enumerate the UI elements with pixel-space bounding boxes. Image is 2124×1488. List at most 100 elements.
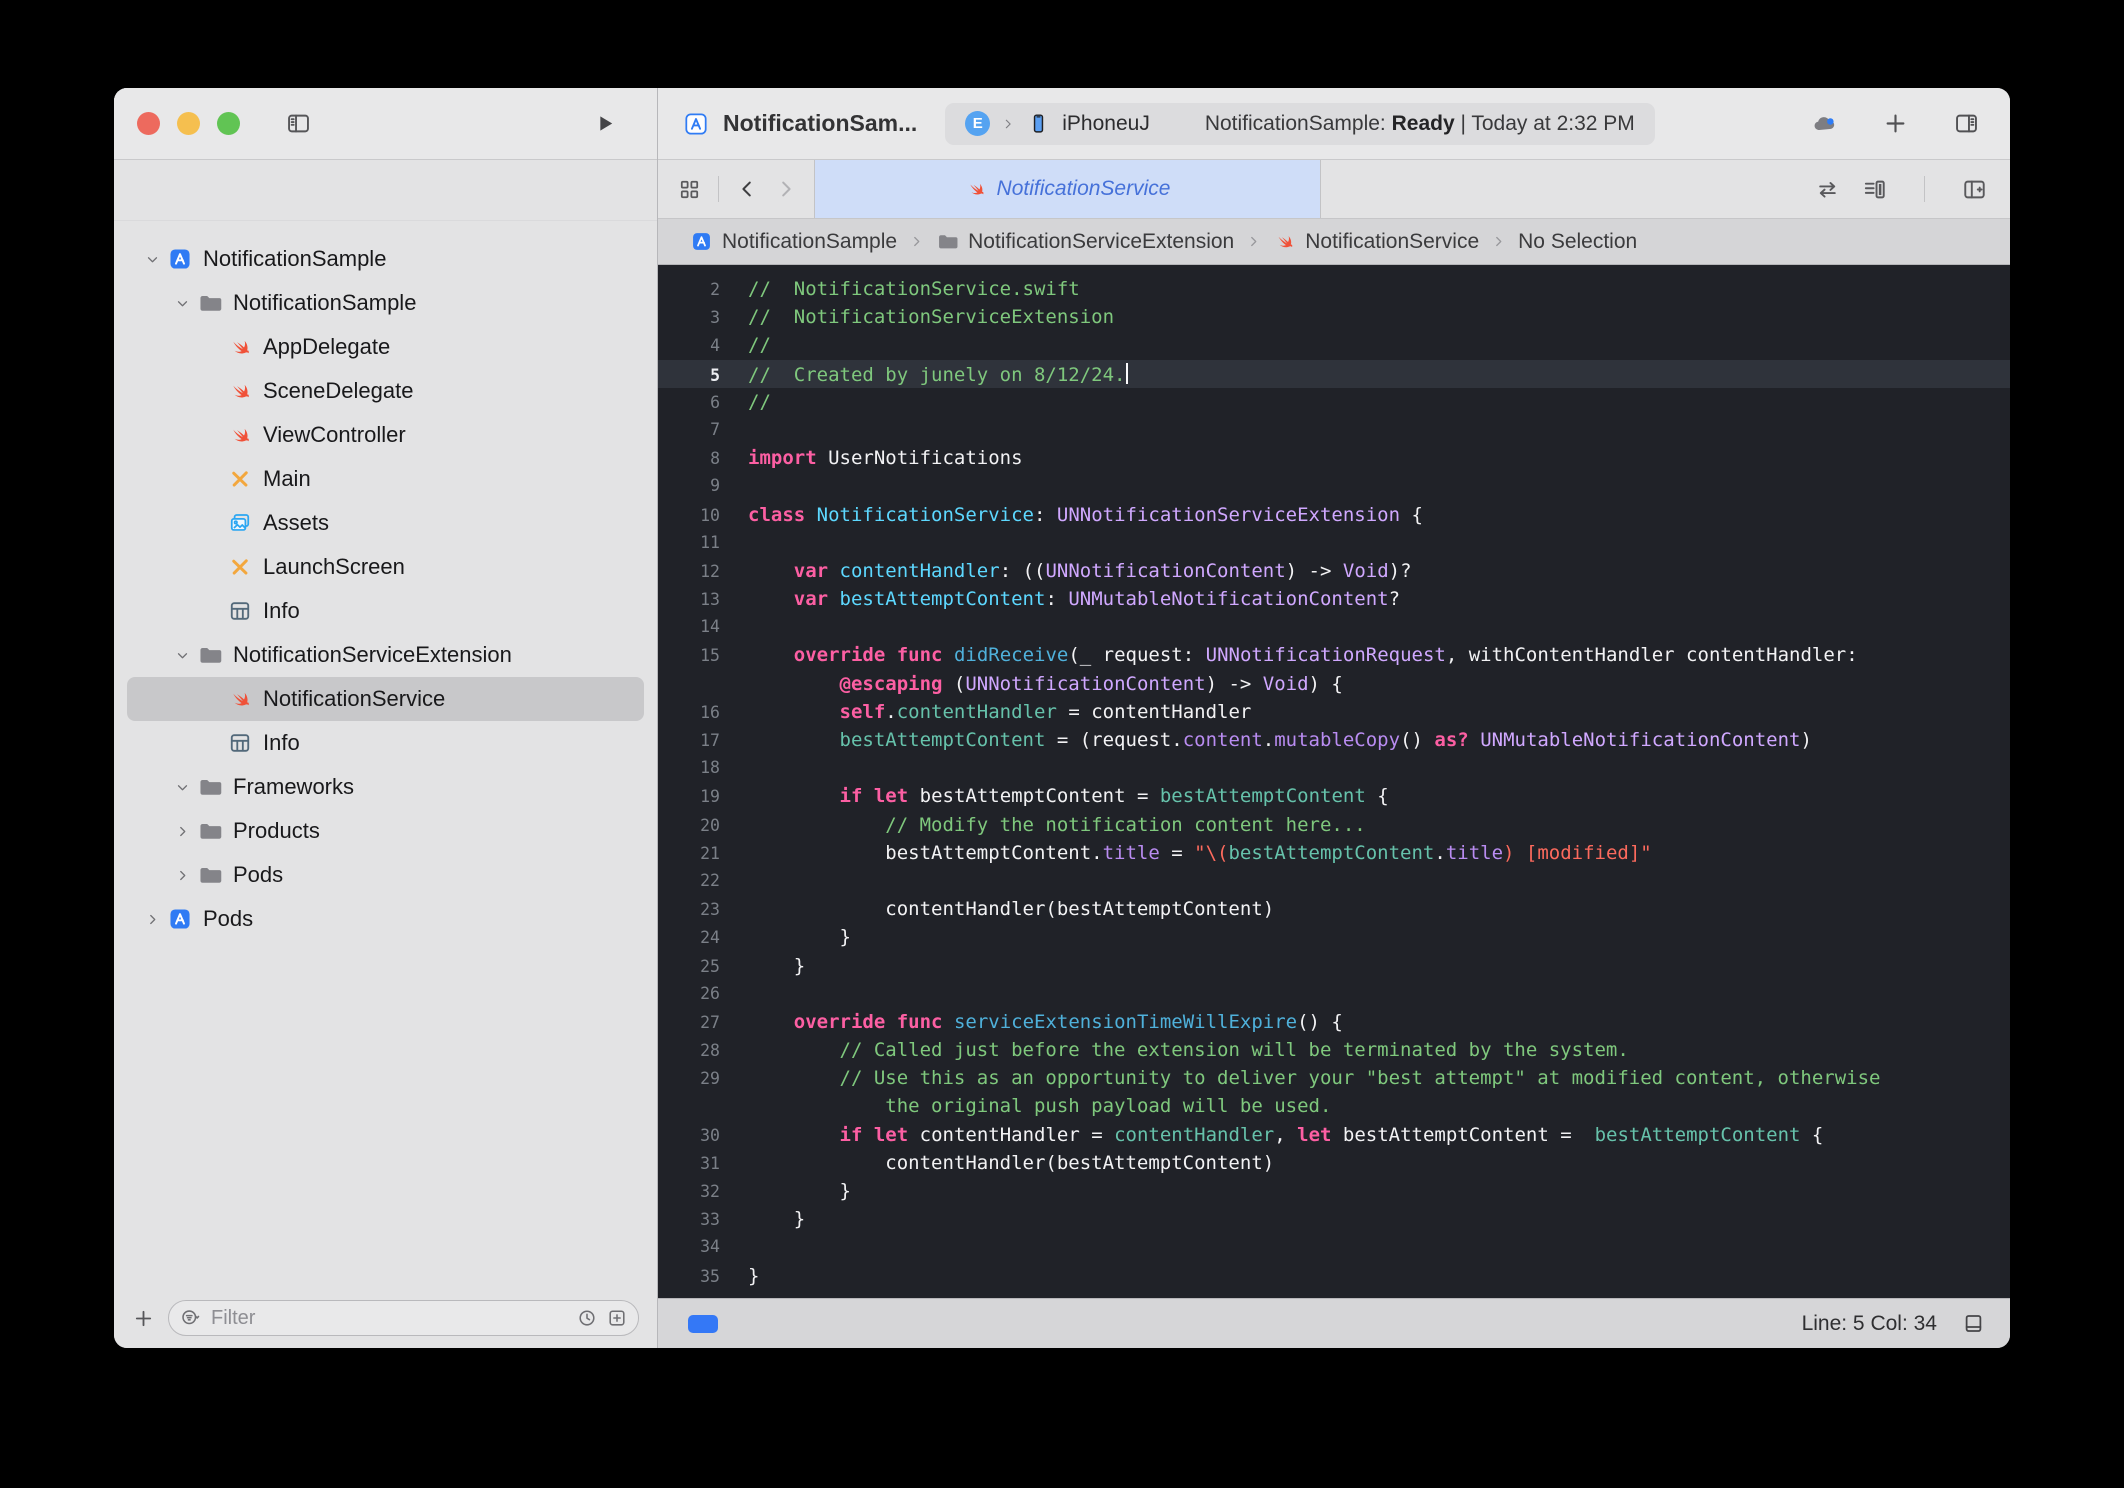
recent-files-icon[interactable] xyxy=(576,1307,598,1329)
minimize-button[interactable] xyxy=(177,112,200,135)
find-navigator-icon[interactable] xyxy=(319,188,323,192)
tree-item-notificationsample[interactable]: NotificationSample xyxy=(127,237,644,281)
close-button[interactable] xyxy=(137,112,160,135)
code-review-icon[interactable] xyxy=(1814,176,1841,203)
code-text: bestAttemptContent = (request.content.mu… xyxy=(720,726,1812,754)
line-number[interactable]: 25 xyxy=(658,953,720,981)
jump-bar-item[interactable]: NotificationService xyxy=(1273,230,1479,254)
zoom-button[interactable] xyxy=(217,112,240,135)
line-number[interactable]: 11 xyxy=(658,529,720,557)
line-number[interactable]: 22 xyxy=(658,867,720,895)
tree-item-notificationserviceextension[interactable]: NotificationServiceExtension xyxy=(127,633,644,677)
toggle-navigator-icon[interactable] xyxy=(285,110,312,137)
report-navigator-icon[interactable] xyxy=(641,188,645,192)
breakpoint-navigator-icon[interactable] xyxy=(577,188,581,192)
filter-field[interactable] xyxy=(168,1300,639,1336)
debug-navigator-icon[interactable] xyxy=(512,188,516,192)
tree-item-products[interactable]: Products xyxy=(127,809,644,853)
tree-item-main[interactable]: Main xyxy=(127,457,644,501)
line-number[interactable]: 13 xyxy=(658,586,720,614)
tree-item-appdelegate[interactable]: AppDelegate xyxy=(127,325,644,369)
line-number[interactable]: 8 xyxy=(658,445,720,473)
line-number[interactable]: 10 xyxy=(658,502,720,530)
editor-mode-indicator[interactable] xyxy=(688,1315,718,1333)
test-navigator-icon[interactable] xyxy=(448,188,452,192)
go-forward-icon[interactable] xyxy=(774,177,798,201)
tree-item-pods[interactable]: Pods xyxy=(127,897,644,941)
line-number[interactable]: 21 xyxy=(658,840,720,868)
tree-item-launchscreen[interactable]: LaunchScreen xyxy=(127,545,644,589)
tree-item-scenedelegate[interactable]: SceneDelegate xyxy=(127,369,644,413)
filter-input[interactable] xyxy=(209,1306,568,1331)
editor-canvas-icon[interactable] xyxy=(1961,1311,1986,1336)
line-number[interactable]: 32 xyxy=(658,1178,720,1206)
line-number[interactable]: 17 xyxy=(658,727,720,755)
show-added-files-icon[interactable] xyxy=(606,1307,628,1329)
line-number[interactable]: 27 xyxy=(658,1009,720,1037)
cloud-status-icon[interactable] xyxy=(1811,110,1838,137)
scheme-badge[interactable]: E xyxy=(965,111,990,136)
disclosure-closed-icon[interactable] xyxy=(137,912,167,927)
jump-bar-item[interactable]: NotificationSample xyxy=(690,230,897,254)
add-editor-icon[interactable] xyxy=(1961,176,1988,203)
line-number[interactable]: 14 xyxy=(658,613,720,641)
line-number[interactable]: 35 xyxy=(658,1263,720,1291)
line-number[interactable]: 30 xyxy=(658,1122,720,1150)
iphone-device-icon xyxy=(1026,111,1051,136)
line-number[interactable]: 20 xyxy=(658,812,720,840)
run-destination[interactable]: iPhoneuJ xyxy=(1062,112,1150,136)
related-items-icon[interactable] xyxy=(677,177,702,202)
line-number[interactable]: 12 xyxy=(658,558,720,586)
project-navigator-icon[interactable] xyxy=(126,188,130,192)
line-number[interactable]: 31 xyxy=(658,1150,720,1178)
tree-item-assets[interactable]: Assets xyxy=(127,501,644,545)
line-number[interactable]: 16 xyxy=(658,699,720,727)
disclosure-open-icon[interactable] xyxy=(167,780,197,795)
tree-item-info[interactable]: Info xyxy=(127,589,644,633)
toggle-inspector-icon[interactable] xyxy=(1953,110,1980,137)
project-navigator-tree: NotificationSampleNotificationSampleAppD… xyxy=(114,221,657,1288)
line-number[interactable]: 2 xyxy=(658,276,720,304)
jump-bar-item[interactable]: No Selection xyxy=(1518,230,1637,254)
go-back-icon[interactable] xyxy=(735,177,759,201)
disclosure-open-icon[interactable] xyxy=(137,252,167,267)
disclosure-closed-icon[interactable] xyxy=(167,824,197,839)
new-tab-icon[interactable] xyxy=(1882,110,1909,137)
code-line: 33 } xyxy=(658,1205,2010,1233)
line-number[interactable]: 19 xyxy=(658,783,720,811)
line-number[interactable]: 18 xyxy=(658,754,720,782)
line-number[interactable]: 26 xyxy=(658,980,720,1008)
tree-item-notificationservice[interactable]: NotificationService xyxy=(127,677,644,721)
tree-item-pods[interactable]: Pods xyxy=(127,853,644,897)
line-number[interactable]: 29 xyxy=(658,1065,720,1093)
activity-status[interactable]: NotificationSample: Ready | Today at 2:3… xyxy=(1205,112,1635,136)
adjust-editor-options-icon[interactable] xyxy=(1861,176,1888,203)
line-number[interactable]: 15 xyxy=(658,642,720,670)
issue-navigator-icon[interactable] xyxy=(384,188,388,192)
tree-item-notificationsample[interactable]: NotificationSample xyxy=(127,281,644,325)
tree-item-info[interactable]: Info xyxy=(127,721,644,765)
code-editor[interactable]: 2// NotificationService.swift3// Notific… xyxy=(658,265,2010,1298)
tree-item-frameworks[interactable]: Frameworks xyxy=(127,765,644,809)
line-number[interactable]: 34 xyxy=(658,1233,720,1261)
jump-bar-item[interactable]: NotificationServiceExtension xyxy=(936,230,1234,254)
line-number[interactable]: 7 xyxy=(658,416,720,444)
source-control-navigator-icon[interactable] xyxy=(190,188,194,192)
add-item-icon[interactable] xyxy=(132,1307,155,1330)
run-button[interactable] xyxy=(592,111,617,136)
line-number[interactable]: 28 xyxy=(658,1037,720,1065)
line-number[interactable]: 4 xyxy=(658,332,720,360)
tab-notificationservice[interactable]: NotificationService xyxy=(814,160,1321,218)
disclosure-open-icon[interactable] xyxy=(167,648,197,663)
tree-item-viewcontroller[interactable]: ViewController xyxy=(127,413,644,457)
line-number[interactable]: 6 xyxy=(658,389,720,417)
line-number[interactable]: 24 xyxy=(658,924,720,952)
disclosure-open-icon[interactable] xyxy=(167,296,197,311)
bookmark-navigator-icon[interactable] xyxy=(255,188,259,192)
line-number[interactable]: 5 xyxy=(658,362,720,390)
line-number[interactable]: 23 xyxy=(658,896,720,924)
line-number[interactable]: 33 xyxy=(658,1206,720,1234)
disclosure-closed-icon[interactable] xyxy=(167,868,197,883)
line-number[interactable]: 9 xyxy=(658,472,720,500)
line-number[interactable]: 3 xyxy=(658,304,720,332)
